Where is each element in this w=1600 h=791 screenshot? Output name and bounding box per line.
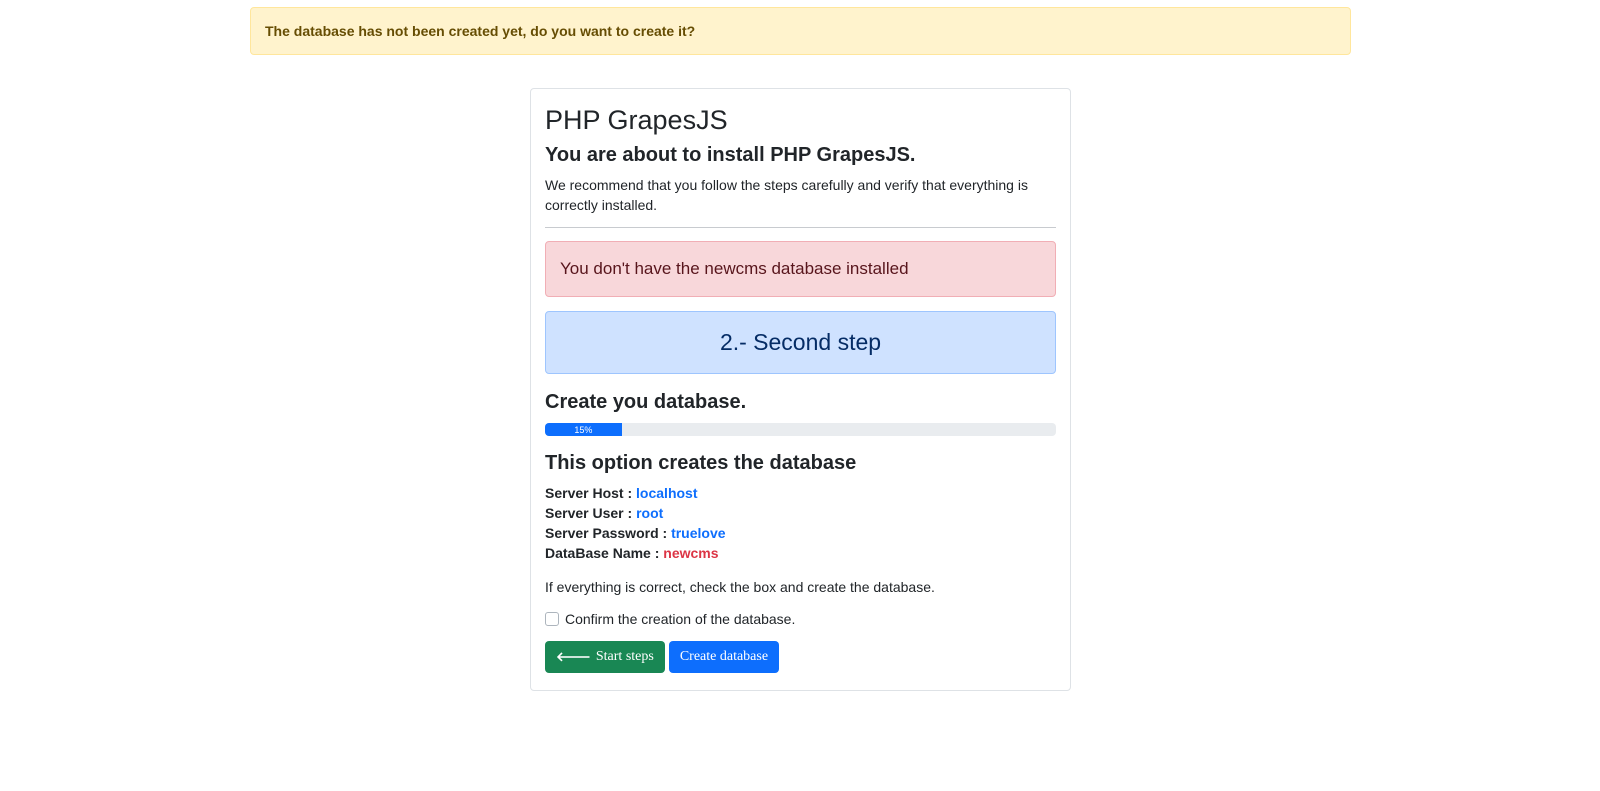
section-heading: Create you database. <box>545 391 747 413</box>
progress-label: 15% <box>574 424 593 435</box>
database-warning-banner: The database has not been created yet, d… <box>250 7 1351 55</box>
server-host-row: Server Host : localhost <box>545 483 1056 503</box>
server-user-row: Server User : root <box>545 503 1056 523</box>
install-intro: We recommend that you follow the steps c… <box>545 177 1028 213</box>
action-buttons: 🡐 Start steps Create database <box>545 641 1056 673</box>
database-name-row: DataBase Name : newcms <box>545 543 1056 563</box>
start-steps-label: Start steps <box>595 649 654 664</box>
database-name-label: DataBase Name : <box>545 545 660 561</box>
divider <box>545 227 1056 228</box>
create-database-button[interactable]: Create database <box>668 641 780 673</box>
step-indicator: 2.- Second step <box>545 311 1056 374</box>
server-host-label: Server Host : <box>545 485 633 501</box>
start-steps-button[interactable]: 🡐 Start steps <box>545 641 665 673</box>
confirm-checkbox[interactable] <box>545 612 559 626</box>
check-note: If everything is correct, check the box … <box>545 579 935 595</box>
server-user-label: Server User : <box>545 505 633 521</box>
create-database-label: Create database <box>679 649 769 664</box>
server-host-value: localhost <box>636 485 698 501</box>
install-card: PHP GrapesJS You are about to install PH… <box>530 88 1071 691</box>
server-password-label: Server Password : <box>545 525 668 541</box>
warning-message: The database has not been created yet, d… <box>265 23 696 39</box>
install-subtitle: You are about to install PHP GrapesJS. <box>545 144 916 166</box>
arrow-left-icon: 🡐 <box>556 650 591 665</box>
confirm-checkbox-label[interactable]: Confirm the creation of the database. <box>565 611 795 627</box>
server-info-list: Server Host : localhost Server User : ro… <box>545 483 1056 563</box>
database-name-value: newcms <box>663 545 719 561</box>
server-password-value: truelove <box>671 525 726 541</box>
progress-bar: 15% <box>545 423 1056 436</box>
server-password-row: Server Password : truelove <box>545 523 1056 543</box>
page-title: PHP GrapesJS <box>545 105 728 135</box>
option-heading: This option creates the database <box>545 452 857 474</box>
progress-fill: 15% <box>545 423 622 436</box>
server-user-value: root <box>636 505 664 521</box>
alert-message: You don't have the newcms database insta… <box>560 259 909 278</box>
database-missing-alert: You don't have the newcms database insta… <box>545 241 1056 297</box>
confirm-checkbox-row[interactable]: Confirm the creation of the database. <box>545 611 1056 627</box>
step-label: 2.- Second step <box>719 329 882 355</box>
